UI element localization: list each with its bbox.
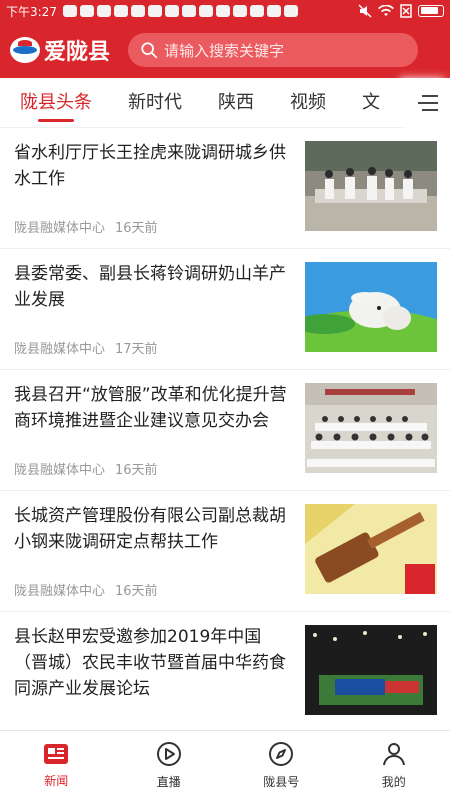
news-thumbnail [305,262,437,352]
nav-news[interactable]: 新闻 [0,731,113,800]
news-icon [44,744,69,764]
news-thumbnail [305,625,437,715]
news-source: 陇县融媒体中心 [14,221,106,236]
nav-longxian-account[interactable]: 陇县号 [225,731,338,800]
nav-live-label: 直播 [156,775,181,789]
compass-icon [269,742,294,766]
status-bar: 下午3:27 [0,0,450,22]
app-logo[interactable]: 爱陇县 [10,34,110,66]
tab-longxian-headlines[interactable]: 陇县头条 [20,78,92,128]
news-source: 陇县融媒体中心 [14,342,106,357]
logo-icon [10,37,40,63]
tab-shaanxi[interactable]: 陕西 [218,78,254,128]
search-input[interactable]: 请输入搜索关键字 [128,33,419,67]
app-header: 爱陇县 请输入搜索关键字 [0,22,450,78]
app-name: 爱陇县 [44,39,111,65]
search-icon [141,42,158,59]
news-source: 陇县融媒体中心 [14,463,106,478]
news-time: 16天前 [115,584,158,599]
tab-culture[interactable]: 文 [362,78,380,128]
play-icon [156,742,181,766]
news-title: 县长赵甲宏受邀参加2019年中国（晋城）农民丰收节暨首届中华药食同源产业发展论坛 [14,627,286,699]
news-feed: 省水利厅厅长王拴虎来陇调研城乡供水工作 陇县融媒体中心 16天前 县委常委、副县… [0,128,450,730]
news-title: 长城资产管理股份有限公司副总裁胡小钢来陇调研定点帮扶工作 [14,506,286,552]
news-item[interactable]: 长城资产管理股份有限公司副总裁胡小钢来陇调研定点帮扶工作 陇县融媒体中心 16天… [0,491,450,612]
news-meta: 陇县融媒体中心 16天前 [14,580,158,599]
news-meta: 陇县融媒体中心 17天前 [14,338,158,357]
bottom-navigation: 新闻 直播 陇县号 我的 [0,730,450,800]
nav-me[interactable]: 我的 [338,731,450,800]
news-thumbnail [305,383,437,473]
status-time: 下午3:27 [6,4,57,19]
notification-icons [62,5,298,17]
news-time: 17天前 [115,342,158,357]
news-thumbnail [305,504,437,594]
person-icon [382,743,405,766]
nav-news-label: 新闻 [44,774,69,788]
search-placeholder: 请输入搜索关键字 [164,41,285,60]
battery-icon [418,5,444,17]
news-thumbnail [305,141,437,231]
news-meta: 陇县融媒体中心 16天前 [14,459,158,478]
mute-icon [358,4,372,18]
news-item[interactable]: 县长赵甲宏受邀参加2019年中国（晋城）农民丰收节暨首届中华药食同源产业发展论坛 [0,612,450,730]
news-title: 县委常委、副县长蒋铃调研奶山羊产业发展 [14,264,286,310]
nav-longxian-account-label: 陇县号 [263,775,300,789]
category-tabs: 陇县头条 新时代 陕西 视频 文 [0,78,450,128]
news-source: 陇县融媒体中心 [14,584,106,599]
news-item[interactable]: 县委常委、副县长蒋铃调研奶山羊产业发展 陇县融媒体中心 17天前 [0,249,450,370]
tab-video[interactable]: 视频 [290,78,326,128]
tab-menu-button[interactable] [406,78,450,128]
menu-icon [418,95,438,111]
sim-off-icon [400,4,412,18]
news-item[interactable]: 省水利厅厅长王拴虎来陇调研城乡供水工作 陇县融媒体中心 16天前 [0,128,450,249]
wifi-icon [378,5,394,16]
news-time: 16天前 [115,221,158,236]
news-meta: 陇县融媒体中心 16天前 [14,217,158,236]
news-item[interactable]: 我县召开“放管服”改革和优化提升营商环境推进暨企业建议意见交办会 陇县融媒体中心… [0,370,450,491]
news-title: 省水利厅厅长王拴虎来陇调研城乡供水工作 [14,143,286,189]
tab-new-era[interactable]: 新时代 [128,78,182,128]
news-time: 16天前 [115,463,158,478]
nav-me-label: 我的 [381,775,406,789]
news-title: 我县召开“放管服”改革和优化提升营商环境推进暨企业建议意见交办会 [14,385,287,431]
nav-live[interactable]: 直播 [113,731,226,800]
